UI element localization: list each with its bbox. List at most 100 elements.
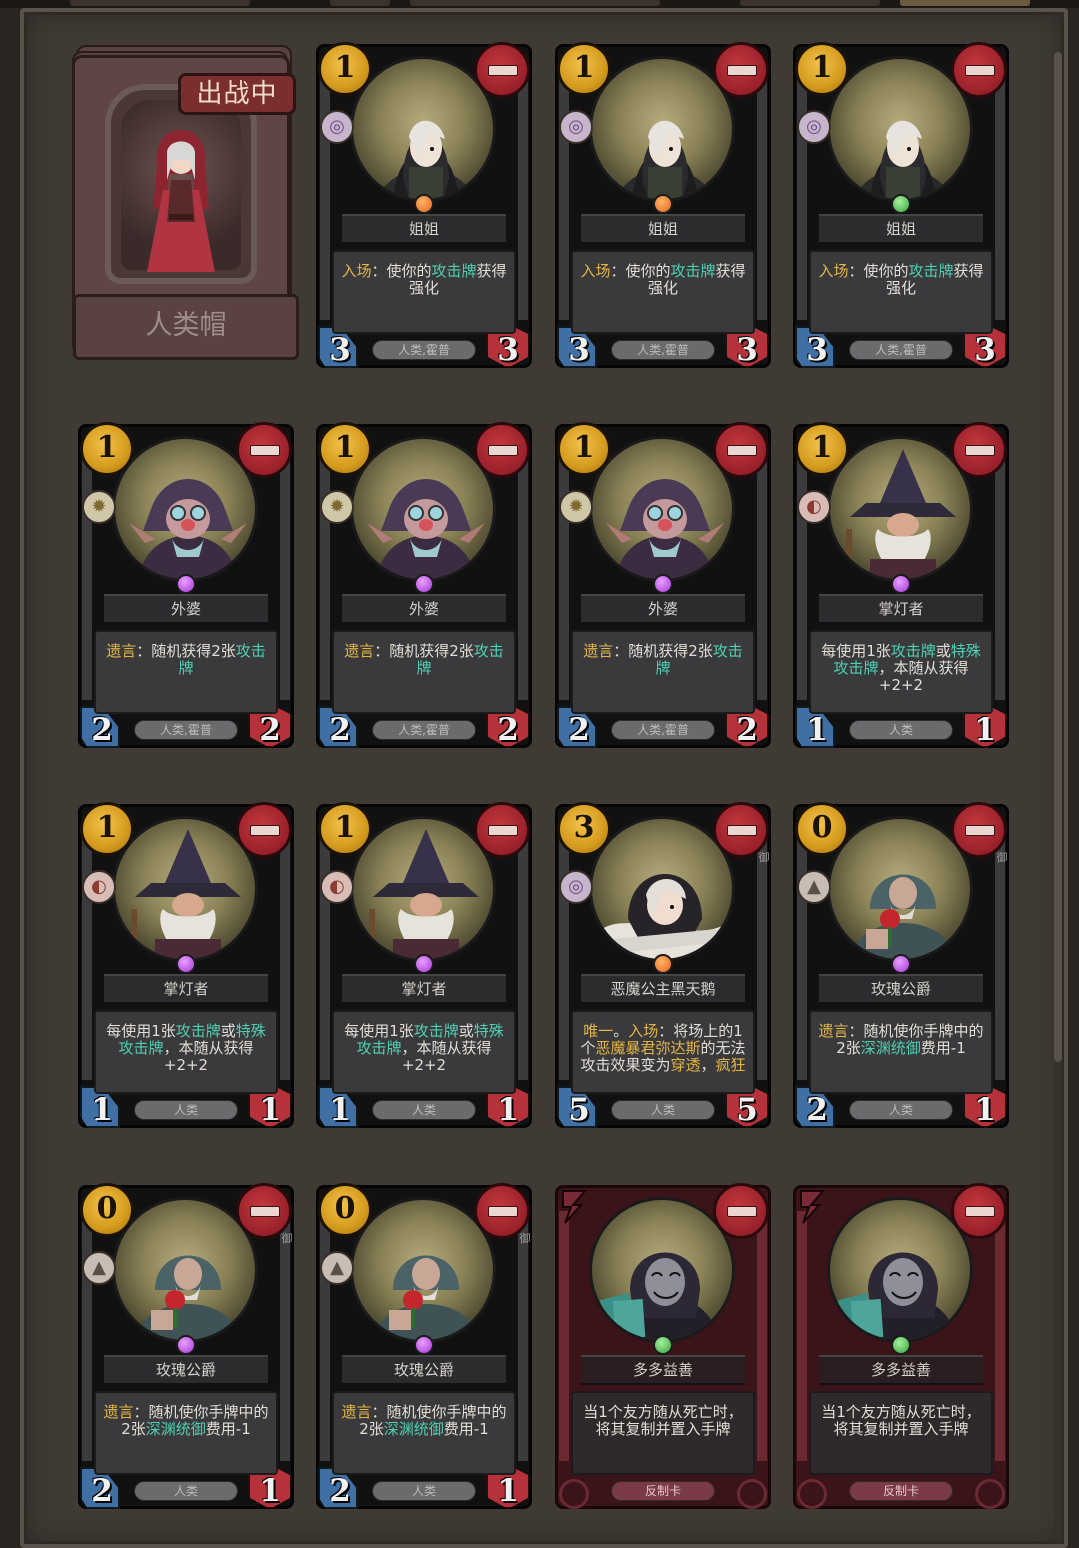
void-faction-icon: ◎ xyxy=(320,110,354,144)
description-text: 当1个友方随从死亡时，将其复制并置入手牌 xyxy=(583,1403,743,1438)
remove-card-button[interactable] xyxy=(236,802,292,858)
minion-card[interactable]: 1 ◎ 3 3 姐姐 入场：使你的攻击牌获得强化 人类,霍普 xyxy=(791,40,1011,372)
minion-card[interactable]: 1 ✹ 2 2 外婆 遗言：随机获得2张攻击牌 人类,霍普 xyxy=(314,420,534,752)
card-name: 掌灯者 xyxy=(104,974,268,1004)
side-tag: 御 xyxy=(519,1232,531,1245)
remove-card-button[interactable] xyxy=(951,1183,1007,1239)
card-rail xyxy=(320,1211,330,1461)
description-text: 当1个友方随从死亡时，将其复制并置入手牌 xyxy=(821,1403,981,1438)
description-text: 深渊统御 xyxy=(860,1039,921,1057)
card-rail xyxy=(797,70,807,320)
mountain-faction-icon: ▲ xyxy=(320,1251,354,1285)
minus-icon xyxy=(250,445,280,456)
rarity-gem-icon xyxy=(891,194,911,214)
minion-card[interactable]: 0 ▲ 2 1 御玫瑰公爵 遗言：随机使你手牌中的2张深渊统御费用-1 人类 xyxy=(791,800,1011,1132)
top-strip xyxy=(0,0,1079,8)
card-name: 姐姐 xyxy=(342,214,506,244)
description-text: 入场 xyxy=(628,1022,659,1040)
remove-card-button[interactable] xyxy=(474,42,530,98)
hero-name: 人类帽 xyxy=(73,294,299,360)
card-description: 遗言：随机获得2张攻击牌 xyxy=(571,630,755,714)
mountain-faction-icon: ▲ xyxy=(82,1251,116,1285)
minion-card[interactable]: 1 ◎ 3 3 姐姐 入场：使你的攻击牌获得强化 人类,霍普 xyxy=(553,40,773,372)
remove-card-button[interactable] xyxy=(713,1183,769,1239)
health-value: 3 xyxy=(736,332,758,368)
mana-cost: 1 xyxy=(557,422,611,476)
card-name: 玫瑰公爵 xyxy=(819,974,983,1004)
sun-faction-icon: ✹ xyxy=(82,490,116,524)
attack-value: 3 xyxy=(568,332,590,368)
remove-card-button[interactable] xyxy=(713,422,769,478)
attack-value: 5 xyxy=(568,1092,590,1128)
card-description: 当1个友方随从死亡时，将其复制并置入手牌 xyxy=(571,1391,755,1475)
description-text: 每使用1张 xyxy=(106,1022,176,1040)
attack-value: 2 xyxy=(91,1473,113,1509)
card-portrait xyxy=(112,1197,258,1343)
description-text: ，本随从获得+2+2 xyxy=(163,1039,254,1074)
flame-faction-icon: ◐ xyxy=(82,870,116,904)
minus-icon xyxy=(727,65,757,76)
description-text: 或 xyxy=(935,642,951,660)
remove-card-button[interactable] xyxy=(713,42,769,98)
minion-card[interactable]: 1 ◐ 1 1 掌灯者 每使用1张攻击牌或特殊攻击牌，本随从获得+2+2 人类 xyxy=(314,800,534,1132)
card-description: 遗言：随机使你手牌中的2张深渊统御费用-1 xyxy=(94,1391,278,1475)
card-rail xyxy=(797,1211,807,1461)
card-portrait xyxy=(350,816,496,962)
health-value: 3 xyxy=(497,332,519,368)
remove-card-button[interactable] xyxy=(474,422,530,478)
scrollbar[interactable] xyxy=(1054,52,1062,1542)
card-rail xyxy=(559,70,569,320)
description-text: 费用-1 xyxy=(205,1420,251,1438)
attack-value: 2 xyxy=(806,1092,828,1128)
card-portrait xyxy=(827,1197,973,1343)
counter-card[interactable]: 多多益善 当1个友方随从死亡时，将其复制并置入手牌 反制卡 xyxy=(553,1181,773,1513)
description-text: 深渊统御 xyxy=(383,1420,444,1438)
description-text: ：随机获得2张 xyxy=(613,642,713,660)
counter-corner-icon xyxy=(800,1190,826,1224)
minion-card[interactable]: 0 ▲ 2 1 御玫瑰公爵 遗言：随机使你手牌中的2张深渊统御费用-1 人类 xyxy=(76,1181,296,1513)
attack-value: 2 xyxy=(329,1473,351,1509)
in-battle-badge: 出战中 xyxy=(178,73,296,115)
swirl-ornament-icon xyxy=(737,1479,767,1509)
remove-card-button[interactable] xyxy=(236,422,292,478)
minion-card[interactable]: 1 ◐ 1 1 掌灯者 每使用1张攻击牌或特殊攻击牌，本随从获得+2+2 人类 xyxy=(76,800,296,1132)
card-type-tag: 人类,霍普 xyxy=(134,720,238,740)
remove-card-button[interactable] xyxy=(951,422,1007,478)
description-text: 遗言 xyxy=(818,1022,849,1040)
description-text: 遗言 xyxy=(106,642,137,660)
card-type-tag: 人类 xyxy=(134,1481,238,1501)
minion-card[interactable]: 3 ◎ 5 5 御恶魔公主黑天鹅 唯一。入场：将场上的1个恶魔暴君弥达斯的无法攻击效果变为… xyxy=(553,800,773,1132)
card-rail xyxy=(518,70,528,320)
rarity-gem-icon xyxy=(653,194,673,214)
remove-card-button[interactable] xyxy=(951,42,1007,98)
hero-card[interactable]: 人类帽 出战中 xyxy=(68,45,300,363)
description-text: 攻击牌 xyxy=(890,642,936,660)
health-value: 3 xyxy=(974,332,996,368)
card-rail xyxy=(320,830,330,1080)
description-text: ：使你的 xyxy=(610,262,671,280)
rarity-gem-icon xyxy=(653,574,673,594)
rarity-gem-icon xyxy=(414,1335,434,1355)
minus-icon xyxy=(965,65,995,76)
minion-card[interactable]: 0 ▲ 2 1 御玫瑰公爵 遗言：随机使你手牌中的2张深渊统御费用-1 人类 xyxy=(314,1181,534,1513)
card-name: 外婆 xyxy=(581,594,745,624)
minion-card[interactable]: 1 ✹ 2 2 外婆 遗言：随机获得2张攻击牌 人类,霍普 xyxy=(553,420,773,752)
minion-card[interactable]: 1 ◎ 3 3 姐姐 入场：使你的攻击牌获得强化 人类,霍普 xyxy=(314,40,534,372)
minus-icon xyxy=(965,825,995,836)
remove-card-button[interactable] xyxy=(474,802,530,858)
scrollbar-thumb[interactable] xyxy=(1054,52,1062,1062)
side-tag: 御 xyxy=(996,851,1008,864)
description-text: 遗言 xyxy=(344,642,375,660)
minus-icon xyxy=(250,1206,280,1217)
minion-card[interactable]: 1 ◐ 1 1 掌灯者 每使用1张攻击牌或特殊攻击牌，本随从获得+2+2 人类 xyxy=(791,420,1011,752)
description-text: 攻击牌 xyxy=(413,1022,459,1040)
minion-card[interactable]: 1 ✹ 2 2 外婆 遗言：随机获得2张攻击牌 人类,霍普 xyxy=(76,420,296,752)
mana-cost: 1 xyxy=(795,422,849,476)
counter-card[interactable]: 多多益善 当1个友方随从死亡时，将其复制并置入手牌 反制卡 xyxy=(791,1181,1011,1513)
rarity-gem-icon xyxy=(414,954,434,974)
card-rail xyxy=(559,1211,569,1461)
card-rail xyxy=(757,830,767,1080)
card-portrait xyxy=(827,816,973,962)
card-rail xyxy=(995,830,1005,1080)
card-type-tag: 人类 xyxy=(372,1100,476,1120)
